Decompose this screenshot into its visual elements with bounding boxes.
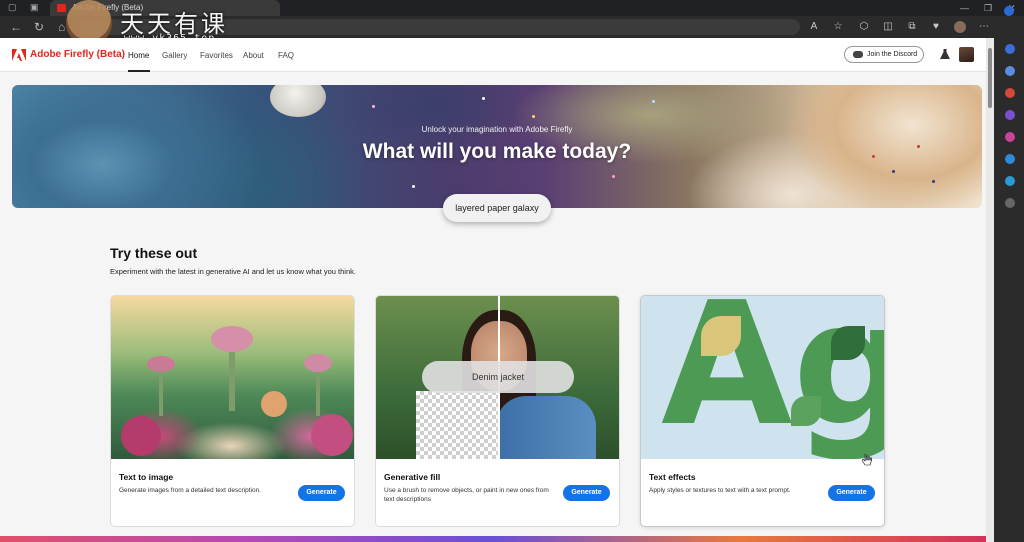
card-description: Generate images from a detailed text des… xyxy=(119,487,261,494)
transparency-checker xyxy=(416,391,498,459)
section-subtitle: Experiment with the latest in generative… xyxy=(110,267,356,276)
hero-moon xyxy=(270,85,326,117)
sparkle xyxy=(482,97,485,100)
card-image-text-to-image xyxy=(111,296,354,459)
sparkle xyxy=(932,180,935,183)
hero-subtitle: Unlock your imagination with Adobe Firef… xyxy=(421,125,573,134)
user-avatar[interactable] xyxy=(959,47,974,62)
tools-icon[interactable] xyxy=(1005,88,1015,98)
nav-gallery[interactable]: Gallery xyxy=(162,51,187,60)
feedback-icon[interactable]: ♥ xyxy=(930,21,942,33)
sparkle xyxy=(892,170,895,173)
split-screen-icon[interactable]: ◫ xyxy=(882,21,894,33)
leaf-text-art: Ag xyxy=(661,296,884,459)
search-icon[interactable] xyxy=(1005,44,1015,54)
hero-prompt-input[interactable]: layered paper galaxy xyxy=(443,194,551,222)
app-header: Adobe Firefly (Beta) Home Gallery Favori… xyxy=(0,38,986,72)
sparkle xyxy=(372,105,375,108)
discord-label: Join the Discord xyxy=(867,51,918,58)
home-icon[interactable]: ⌂ xyxy=(58,20,65,34)
favorite-star-icon[interactable]: ☆ xyxy=(832,21,844,33)
card-text-to-image[interactable]: Text to image Generate images from a det… xyxy=(110,295,355,527)
fill-prompt-pill: Denim jacket xyxy=(422,361,574,393)
nav-about[interactable]: About xyxy=(243,51,264,60)
sparkle xyxy=(612,175,615,178)
profile-icon[interactable] xyxy=(954,21,966,33)
back-icon[interactable]: ← xyxy=(10,20,22,34)
nav-home[interactable]: Home xyxy=(128,51,149,60)
adobe-icon xyxy=(57,4,66,12)
generate-button[interactable]: Generate xyxy=(828,485,875,501)
section-title: Try these out xyxy=(110,245,198,261)
flask-icon[interactable] xyxy=(940,49,950,60)
page-scrollbar[interactable] xyxy=(986,38,994,542)
adobe-logo-icon xyxy=(12,49,26,61)
hero-title: What will you make today? xyxy=(362,140,632,163)
brand-name[interactable]: Adobe Firefly (Beta) xyxy=(30,49,125,60)
restore-icon[interactable]: ❐ xyxy=(984,2,992,14)
card-description: Apply styles or textures to text with a … xyxy=(649,487,791,494)
card-title: Text to image xyxy=(119,472,174,482)
copilot-icon[interactable] xyxy=(1005,132,1015,142)
page: Adobe Firefly (Beta) Home Gallery Favori… xyxy=(0,38,986,542)
card-image-generative-fill: Denim jacket xyxy=(376,296,619,459)
shopping-icon[interactable] xyxy=(1005,66,1015,76)
nav-favorites[interactable]: Favorites xyxy=(200,51,233,60)
read-aloud-icon[interactable]: A xyxy=(808,21,820,33)
bing-icon[interactable] xyxy=(1004,6,1014,16)
card-text-effects[interactable]: Ag Text effects Apply styles or textures… xyxy=(640,295,885,527)
nav-faq[interactable]: FAQ xyxy=(278,51,294,60)
games-icon[interactable] xyxy=(1005,110,1015,120)
join-discord-button[interactable]: Join the Discord xyxy=(844,46,924,63)
sparkle xyxy=(652,100,655,103)
active-nav-indicator xyxy=(128,70,150,72)
extensions-icon[interactable]: ⬡ xyxy=(858,21,870,33)
add-sidebar-icon[interactable] xyxy=(1005,198,1015,208)
sparkle xyxy=(532,115,535,118)
hand-cursor-icon xyxy=(862,454,872,466)
refresh-icon[interactable]: ↻ xyxy=(34,20,44,34)
card-title: Generative fill xyxy=(384,472,441,482)
generate-button[interactable]: Generate xyxy=(298,485,345,501)
workspaces-icon[interactable]: ▢ xyxy=(8,2,17,13)
more-menu-icon[interactable]: ⋯ xyxy=(978,21,990,33)
telegram-icon[interactable] xyxy=(1005,176,1015,186)
card-title: Text effects xyxy=(649,472,696,482)
card-description: Use a brush to remove objects, or paint … xyxy=(384,487,549,503)
minimize-icon[interactable]: — xyxy=(960,2,969,14)
tab-actions-icon[interactable]: ▣ xyxy=(30,2,39,13)
bottom-gradient-strip xyxy=(0,536,986,542)
scrollbar-thumb[interactable] xyxy=(988,48,992,108)
outlook-icon[interactable] xyxy=(1005,154,1015,164)
discord-icon xyxy=(853,51,863,58)
collections-icon[interactable]: ⧉ xyxy=(906,21,918,33)
card-generative-fill[interactable]: Denim jacket Generative fill Use a brush… xyxy=(375,295,620,527)
card-image-text-effects: Ag xyxy=(641,296,884,459)
sparkle xyxy=(412,185,415,188)
hero-banner: Unlock your imagination with Adobe Firef… xyxy=(12,85,982,208)
generate-button[interactable]: Generate xyxy=(563,485,610,501)
